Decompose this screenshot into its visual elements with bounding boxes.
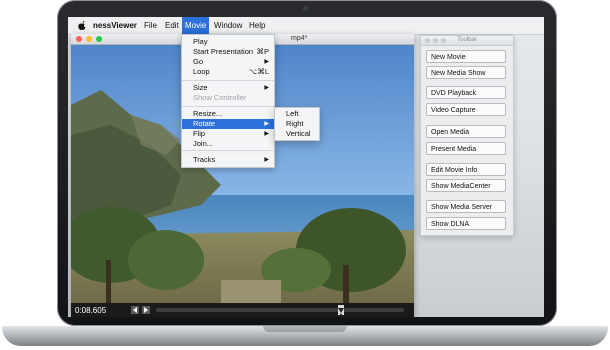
- open-media-button[interactable]: Open Media: [426, 125, 506, 138]
- rotate-submenu: Left Right Vertical: [274, 107, 320, 141]
- menu-item-play[interactable]: Play: [182, 37, 274, 47]
- movie-menu: Play Start Presentation ⌘P Go ▶ Loop ⌥⌘L…: [181, 34, 275, 156]
- chevron-right-icon: ▶: [264, 85, 269, 91]
- menu-item-rotate-label: Rotate: [193, 119, 216, 128]
- screen: nessViewer File Edit Movie Window Help m…: [68, 17, 544, 317]
- step-icon: [133, 307, 137, 313]
- progress-scrubber[interactable]: [156, 308, 404, 312]
- toolbar-title: Toolbar: [457, 37, 477, 43]
- menu-item-tracks-label: Tracks: [193, 155, 216, 164]
- step-back-button[interactable]: [131, 306, 139, 314]
- minimize-button[interactable]: [86, 36, 92, 42]
- menu-item-go[interactable]: Go ▶: [182, 57, 274, 67]
- play-button[interactable]: [142, 306, 150, 314]
- time-display: 0:08.605: [75, 306, 107, 315]
- menu-item-start-presentation-label: Start Presentation: [193, 47, 254, 56]
- toolbar-zoom-button[interactable]: [441, 38, 446, 43]
- toolbar-titlebar[interactable]: Toolbar: [421, 36, 513, 46]
- menu-app-name[interactable]: nessViewer: [90, 17, 140, 34]
- chevron-right-icon: ▶: [264, 157, 269, 163]
- rotate-left-item[interactable]: Left: [275, 109, 319, 119]
- toolbar-minimize-button[interactable]: [433, 38, 438, 43]
- menu-edit[interactable]: Edit: [162, 17, 182, 34]
- play-icon: [144, 307, 148, 313]
- menu-file[interactable]: File: [141, 17, 160, 34]
- new-movie-button[interactable]: New Movie: [426, 50, 506, 63]
- show-dlna-button[interactable]: Show DLNA: [426, 217, 506, 230]
- apple-icon[interactable]: [78, 20, 87, 30]
- chevron-right-icon: ▶: [264, 131, 269, 137]
- new-media-show-button[interactable]: New Media Show: [426, 66, 506, 79]
- laptop-notch: [263, 326, 347, 332]
- menu-bar: nessViewer File Edit Movie Window Help: [68, 17, 544, 35]
- edit-movie-info-button[interactable]: Edit Movie Info: [426, 163, 506, 176]
- chevron-right-icon: ▶: [264, 121, 269, 127]
- menu-item-loop[interactable]: Loop ⌥⌘L: [182, 67, 274, 77]
- show-media-server-button[interactable]: Show Media Server: [426, 200, 506, 213]
- menu-item-start-presentation[interactable]: Start Presentation ⌘P: [182, 47, 274, 57]
- movie-controller: 0:08.605: [71, 303, 414, 317]
- menu-item-size-label: Size: [193, 83, 208, 92]
- menu-item-flip[interactable]: Flip ▶: [182, 129, 274, 139]
- zoom-button[interactable]: [96, 36, 102, 42]
- dvd-playback-button[interactable]: DVD Playback: [426, 86, 506, 99]
- close-button[interactable]: [76, 36, 82, 42]
- start-presentation-shortcut: ⌘P: [256, 47, 269, 56]
- menu-separator: [182, 106, 274, 107]
- toolbar-close-button[interactable]: [425, 38, 430, 43]
- rotate-vertical-item[interactable]: Vertical: [275, 129, 319, 139]
- rotate-right-item[interactable]: Right: [275, 119, 319, 129]
- menu-item-rotate[interactable]: Rotate ▶: [182, 119, 274, 129]
- show-mediacenter-button[interactable]: Show MediaCenter: [426, 179, 506, 192]
- player-title: mp4*: [291, 35, 308, 42]
- menu-item-show-controller: Show Controller: [193, 93, 247, 102]
- scrub-handle-icon[interactable]: [338, 305, 344, 317]
- menu-item-loop-label: Loop: [193, 67, 210, 76]
- menu-separator: [182, 80, 274, 81]
- menu-item-flip-label: Flip: [193, 129, 206, 138]
- menu-item-join[interactable]: Join...: [182, 139, 274, 149]
- present-media-button[interactable]: Present Media: [426, 142, 506, 155]
- menu-window[interactable]: Window: [211, 17, 245, 34]
- chevron-right-icon: ▶: [264, 59, 269, 65]
- menu-item-resize[interactable]: Resize...: [182, 109, 274, 119]
- menu-separator: [182, 150, 274, 151]
- movie-menu-tail: Tracks ▶: [181, 153, 275, 168]
- menu-help[interactable]: Help: [246, 17, 268, 34]
- menu-item-size[interactable]: Size ▶: [182, 83, 274, 93]
- loop-shortcut: ⌥⌘L: [248, 67, 269, 76]
- video-capture-button[interactable]: Video Capture: [426, 103, 506, 116]
- toolbar-palette: Toolbar New Movie New Media Show DVD Pla…: [420, 35, 514, 236]
- menu-movie[interactable]: Movie: [182, 17, 210, 34]
- menu-item-go-label: Go: [193, 57, 204, 66]
- camera-dot: [303, 6, 308, 11]
- menu-item-tracks[interactable]: Tracks ▶: [182, 155, 274, 165]
